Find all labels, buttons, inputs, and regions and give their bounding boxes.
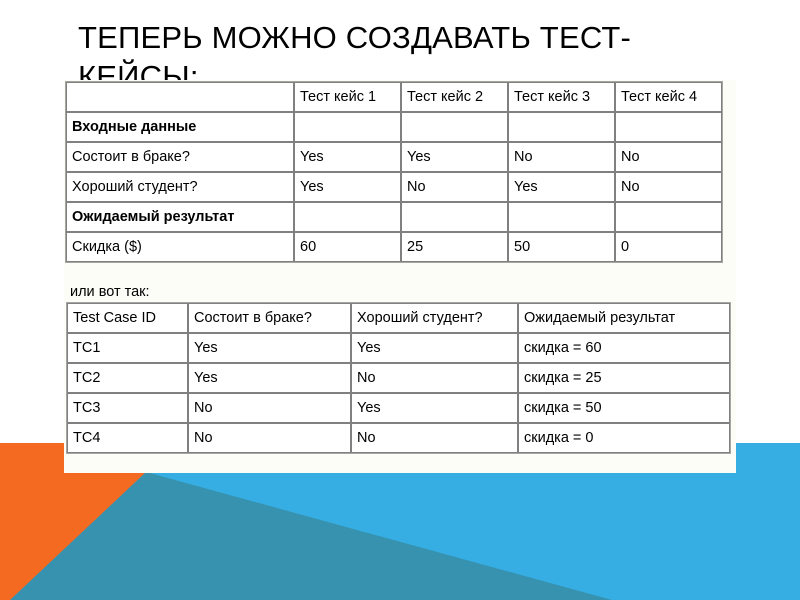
table1-cell: Yes <box>294 172 401 202</box>
table1-cell: No <box>615 172 722 202</box>
table1-cell: No <box>401 172 508 202</box>
table2-cell-married: No <box>188 423 351 453</box>
table1-cell: Yes <box>508 172 615 202</box>
table2-cell-good-student: Yes <box>351 393 518 423</box>
table2-cell-expected: скидка = 60 <box>518 333 730 363</box>
table-row: Хороший студент? Yes No Yes No <box>66 172 722 202</box>
test-case-list-table: Test Case ID Состоит в браке? Хороший ст… <box>66 302 731 454</box>
table-header-row: Test Case ID Состоит в браке? Хороший ст… <box>67 303 730 333</box>
table1-header-4: Тест кейс 4 <box>615 82 722 112</box>
table1-row-label: Входные данные <box>66 112 294 142</box>
table1-cell: No <box>615 142 722 172</box>
table1-row-label: Состоит в браке? <box>66 142 294 172</box>
table1-cell: 60 <box>294 232 401 262</box>
table1-cell: 0 <box>615 232 722 262</box>
table2-cell-good-student: No <box>351 363 518 393</box>
table1-cell <box>294 202 401 232</box>
table-header-row: Тест кейс 1 Тест кейс 2 Тест кейс 3 Тест… <box>66 82 722 112</box>
table1-cell: Yes <box>401 142 508 172</box>
table-row: Ожидаемый результат <box>66 202 722 232</box>
table2-cell-id: TC3 <box>67 393 188 423</box>
table2-header-2: Хороший студент? <box>351 303 518 333</box>
table2-cell-good-student: Yes <box>351 333 518 363</box>
table1-header-0 <box>66 82 294 112</box>
table1-cell <box>508 112 615 142</box>
table1-header-2: Тест кейс 2 <box>401 82 508 112</box>
table1-cell <box>401 202 508 232</box>
table2-cell-expected: скидка = 25 <box>518 363 730 393</box>
table1-cell: Yes <box>294 142 401 172</box>
table1-cell: No <box>508 142 615 172</box>
table1-header-3: Тест кейс 3 <box>508 82 615 112</box>
table-row: Состоит в браке? Yes Yes No No <box>66 142 722 172</box>
table-row: Входные данные <box>66 112 722 142</box>
table2-cell-married: No <box>188 393 351 423</box>
table1-cell: 50 <box>508 232 615 262</box>
table1-row-label: Ожидаемый результат <box>66 202 294 232</box>
table2-cell-good-student: No <box>351 423 518 453</box>
table1-cell <box>615 202 722 232</box>
table1-row-label: Скидка ($) <box>66 232 294 262</box>
table2-header-0: Test Case ID <box>67 303 188 333</box>
table2-cell-id: TC4 <box>67 423 188 453</box>
table1-cell <box>615 112 722 142</box>
table1-cell <box>508 202 615 232</box>
table-row: TC1 Yes Yes скидка = 60 <box>67 333 730 363</box>
test-case-matrix-table: Тест кейс 1 Тест кейс 2 Тест кейс 3 Тест… <box>65 81 723 263</box>
table2-cell-id: TC1 <box>67 333 188 363</box>
table2-cell-expected: скидка = 50 <box>518 393 730 423</box>
table1-cell <box>294 112 401 142</box>
teal-triangle-shape <box>10 472 612 600</box>
table-row: TC4 No No скидка = 0 <box>67 423 730 453</box>
slide: Теперь можно создавать тест-кейсы: Тест … <box>0 0 800 600</box>
table2-header-3: Ожидаемый результат <box>518 303 730 333</box>
table2-cell-id: TC2 <box>67 363 188 393</box>
table1-header-1: Тест кейс 1 <box>294 82 401 112</box>
table1-row-label: Хороший студент? <box>66 172 294 202</box>
table2-cell-married: Yes <box>188 333 351 363</box>
content-panel: Тест кейс 1 Тест кейс 2 Тест кейс 3 Тест… <box>64 80 736 473</box>
table1-cell <box>401 112 508 142</box>
table-row: TC2 Yes No скидка = 25 <box>67 363 730 393</box>
table2-cell-married: Yes <box>188 363 351 393</box>
table-row: TC3 No Yes скидка = 50 <box>67 393 730 423</box>
caption-text: или вот так: <box>70 284 150 300</box>
table2-header-1: Состоит в браке? <box>188 303 351 333</box>
table-row: Скидка ($) 60 25 50 0 <box>66 232 722 262</box>
table2-cell-expected: скидка = 0 <box>518 423 730 453</box>
table1-cell: 25 <box>401 232 508 262</box>
